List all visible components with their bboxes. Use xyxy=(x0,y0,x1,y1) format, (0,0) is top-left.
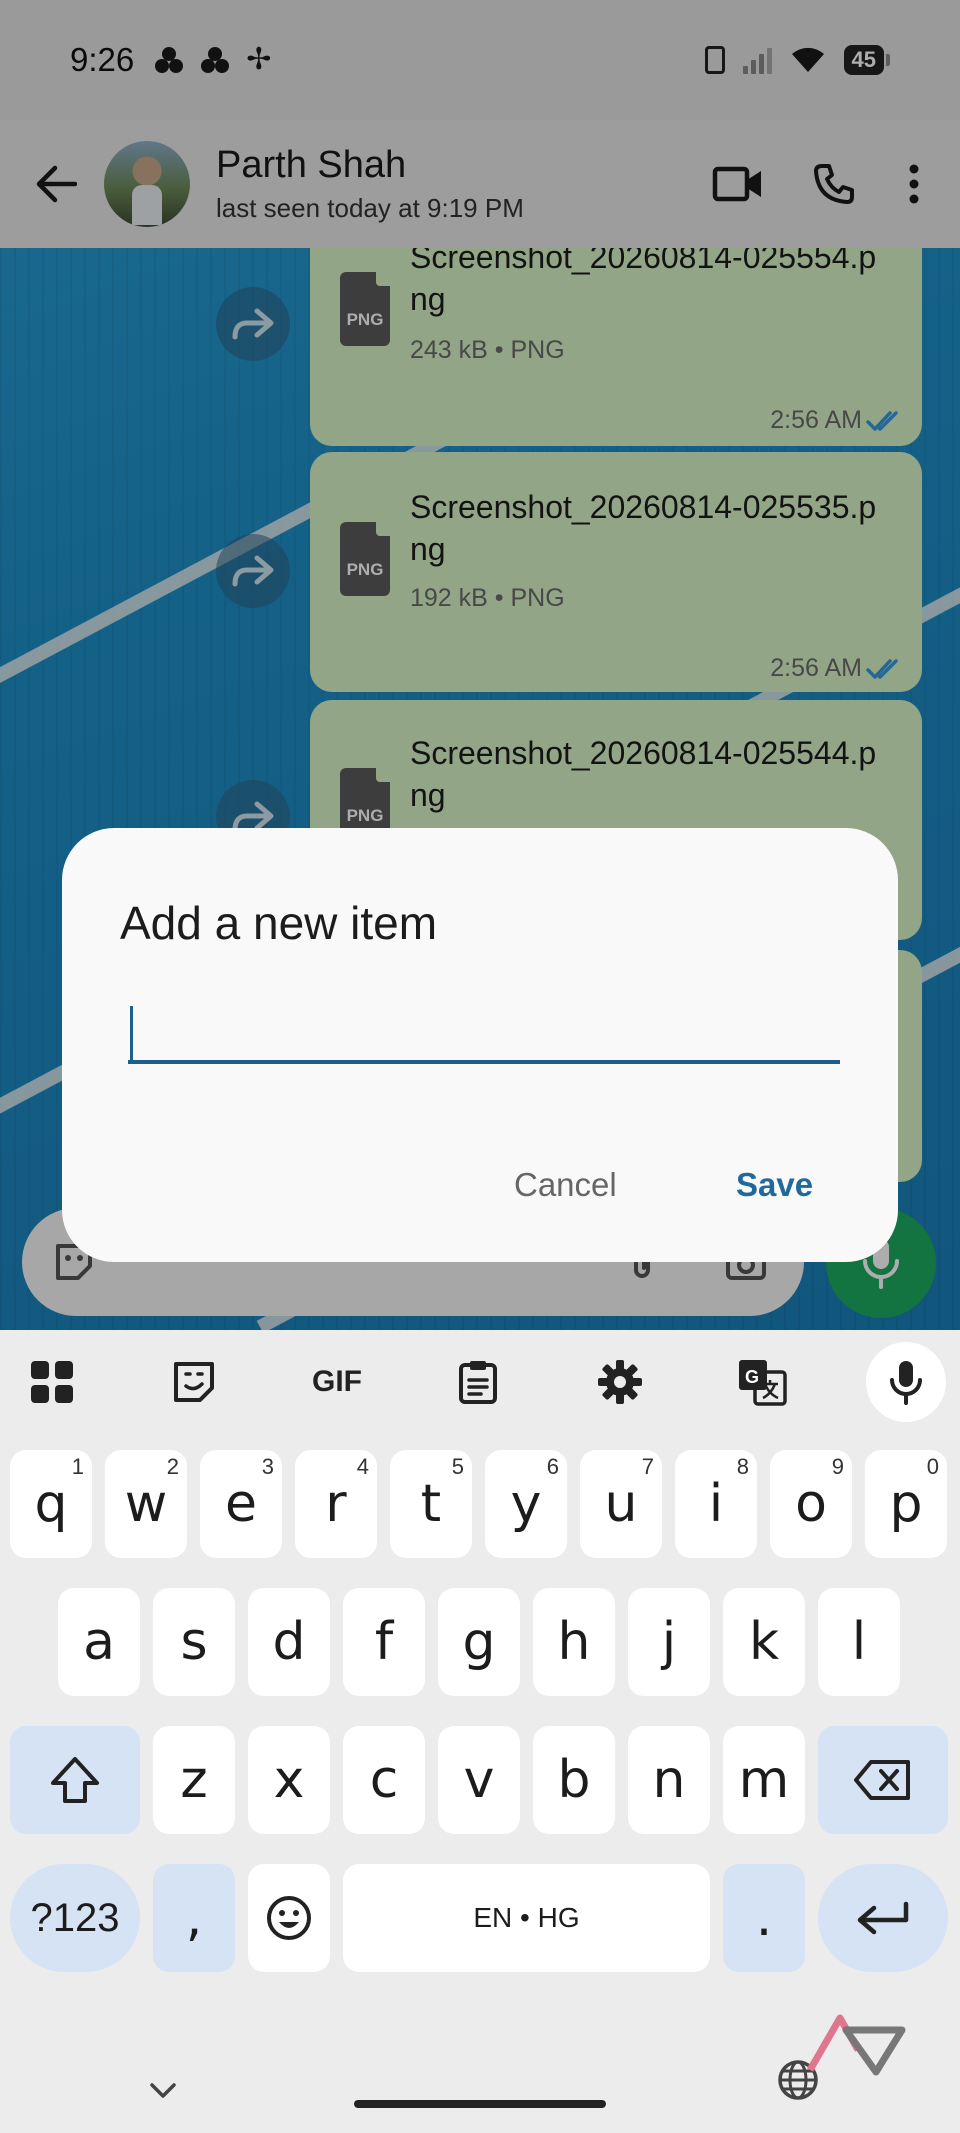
key-q[interactable]: q1 xyxy=(10,1450,92,1558)
key-i[interactable]: i8 xyxy=(675,1450,757,1558)
item-name-input[interactable] xyxy=(128,998,840,1064)
microphone-icon xyxy=(890,1361,922,1405)
key-y[interactable]: y6 xyxy=(485,1450,567,1558)
key-j[interactable]: j xyxy=(628,1588,710,1696)
key-c[interactable]: c xyxy=(343,1726,425,1834)
chevron-down-icon[interactable] xyxy=(146,2073,180,2107)
key-m[interactable]: m xyxy=(723,1726,805,1834)
backspace-icon xyxy=(854,1760,910,1800)
gif-button[interactable]: GIF xyxy=(304,1352,370,1412)
settings-button[interactable] xyxy=(590,1352,650,1412)
emoji-icon xyxy=(267,1896,311,1940)
key-e[interactable]: e3 xyxy=(200,1450,282,1558)
key-b[interactable]: b xyxy=(533,1726,615,1834)
shift-key[interactable] xyxy=(10,1726,140,1834)
comma-key[interactable]: , xyxy=(153,1864,235,1972)
enter-arrow-icon xyxy=(857,1901,909,1935)
translate-icon: G xyxy=(739,1360,787,1406)
dialog-title: Add a new item xyxy=(120,897,438,949)
emoji-key[interactable] xyxy=(248,1864,330,1972)
key-o[interactable]: o9 xyxy=(770,1450,852,1558)
gear-icon xyxy=(598,1360,642,1404)
text-cursor xyxy=(130,1006,133,1062)
voice-input-button[interactable] xyxy=(866,1342,946,1422)
key-k[interactable]: k xyxy=(723,1588,805,1696)
key-a[interactable]: a xyxy=(58,1588,140,1696)
backspace-key[interactable] xyxy=(818,1726,948,1834)
svg-text:G: G xyxy=(745,1367,759,1387)
enter-key[interactable] xyxy=(818,1864,948,1972)
grid-icon xyxy=(31,1361,73,1403)
key-r[interactable]: r4 xyxy=(295,1450,377,1558)
key-t[interactable]: t5 xyxy=(390,1450,472,1558)
key-s[interactable]: s xyxy=(153,1588,235,1696)
key-g[interactable]: g xyxy=(438,1588,520,1696)
space-key[interactable]: EN • HG xyxy=(343,1864,710,1972)
key-h[interactable]: h xyxy=(533,1588,615,1696)
cancel-button[interactable]: Cancel xyxy=(514,1166,617,1204)
watermark-logo-icon xyxy=(806,2014,906,2076)
apps-grid-button[interactable] xyxy=(22,1352,82,1412)
key-n[interactable]: n xyxy=(628,1726,710,1834)
key-z[interactable]: z xyxy=(153,1726,235,1834)
sticker-button[interactable] xyxy=(164,1352,224,1412)
save-button[interactable]: Save xyxy=(736,1166,813,1204)
shift-arrow-icon xyxy=(51,1757,99,1803)
add-item-dialog: Add a new item Cancel Save xyxy=(62,828,898,1262)
key-l[interactable]: l xyxy=(818,1588,900,1696)
keyboard-toolbar: GIF G xyxy=(0,1330,960,1430)
translate-button[interactable]: G xyxy=(732,1352,792,1412)
key-w[interactable]: w2 xyxy=(105,1450,187,1558)
key-p[interactable]: p0 xyxy=(865,1450,947,1558)
sticker-icon xyxy=(174,1362,214,1402)
clipboard-icon xyxy=(459,1361,497,1404)
key-x[interactable]: x xyxy=(248,1726,330,1834)
key-v[interactable]: v xyxy=(438,1726,520,1834)
key-f[interactable]: f xyxy=(343,1588,425,1696)
key-u[interactable]: u7 xyxy=(580,1450,662,1558)
symbols-key[interactable]: ?123 xyxy=(10,1864,140,1972)
key-d[interactable]: d xyxy=(248,1588,330,1696)
clipboard-button[interactable] xyxy=(448,1352,508,1412)
period-key[interactable]: . xyxy=(723,1864,805,1972)
home-indicator[interactable] xyxy=(354,2100,606,2108)
